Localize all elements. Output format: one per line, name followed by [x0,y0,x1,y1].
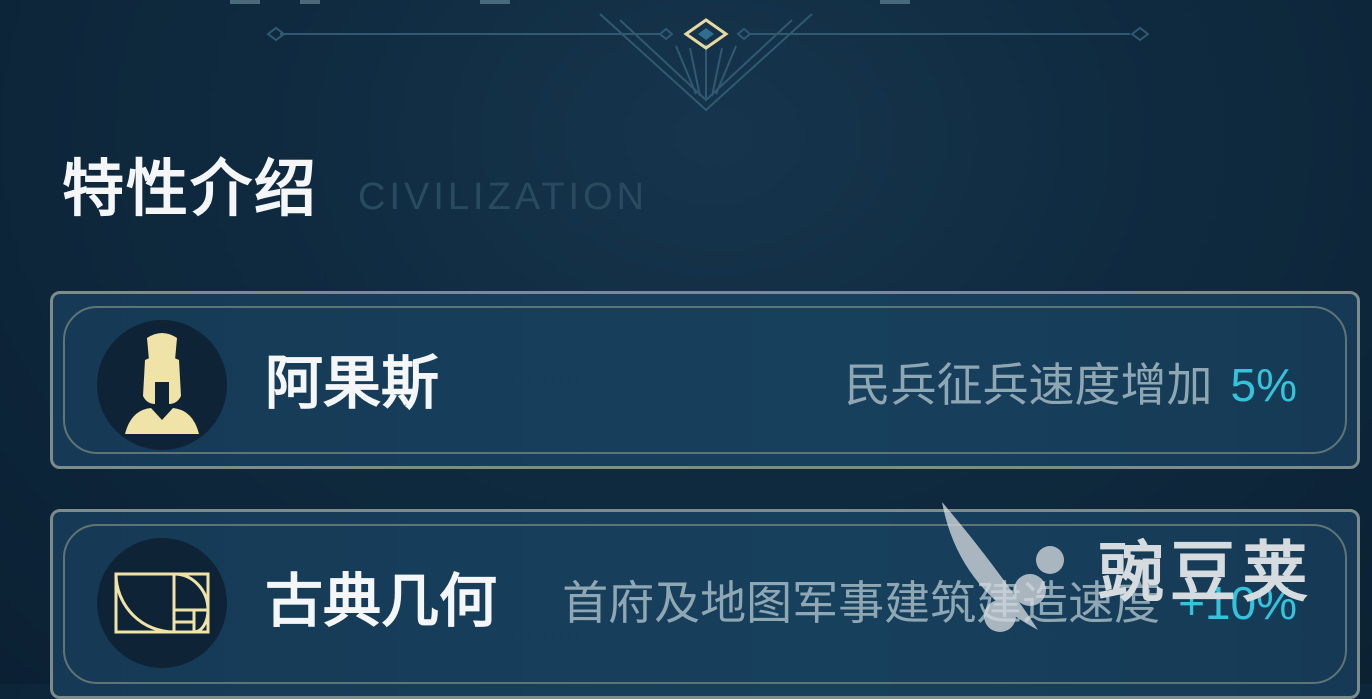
trait-name: 阿果斯 [265,349,440,417]
trait-description-text: 民兵征兵速度增加 [844,358,1213,412]
trait-value: 5% [1230,359,1297,411]
trait-description: 民兵征兵速度增加 5% [845,362,1297,408]
spartan-helmet-icon [125,333,199,434]
header-ornament [230,0,1150,112]
section-title: 特性介绍 [62,152,319,225]
trait-icon-container [97,320,227,450]
trait-card[interactable]: 阿果斯 民兵征兵速度增加 5% [50,291,1360,469]
trait-icon-container [97,538,227,668]
watermark-text: 豌豆荚 [1098,534,1314,611]
section-subtitle: CIVILIZATION [358,176,649,218]
trait-name: 古典几何 [265,567,498,635]
golden-spiral-icon [114,572,210,634]
